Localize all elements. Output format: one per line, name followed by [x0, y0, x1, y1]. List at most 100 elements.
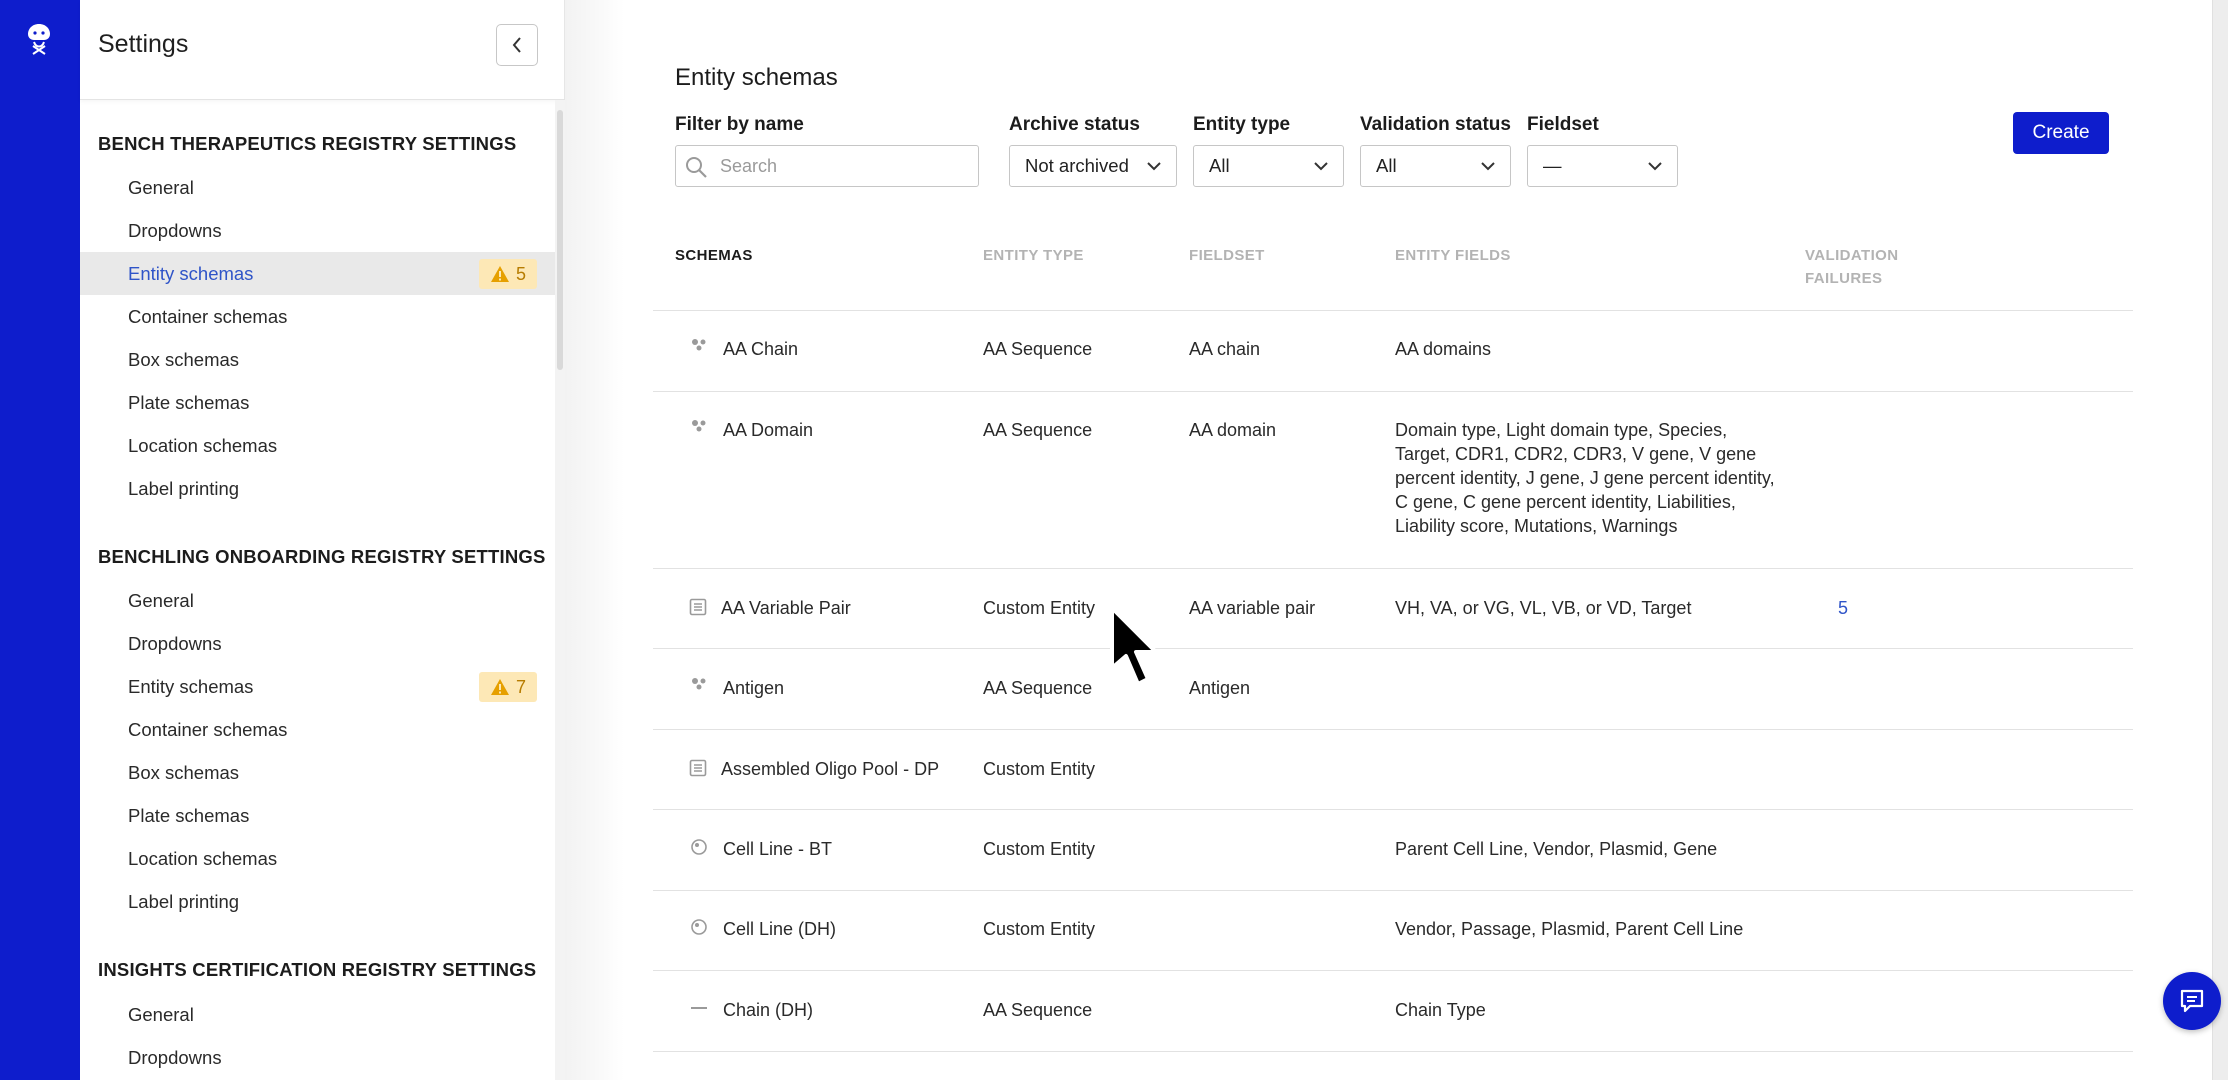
- sidebar-item-label: Label printing: [128, 477, 240, 499]
- chevron-left-icon: [512, 37, 521, 53]
- sidebar-item-dropdowns[interactable]: Dropdowns: [80, 622, 555, 665]
- sidebar-item-location-schemas[interactable]: Location schemas: [80, 837, 555, 880]
- sidebar-item-label: Location schemas: [128, 434, 278, 456]
- cell-line-icon: [691, 839, 707, 855]
- sidebar-item-box-schemas[interactable]: Box schemas: [80, 338, 555, 381]
- window-edge: [2212, 0, 2228, 1080]
- sidebar-item-label-printing[interactable]: Label printing: [80, 467, 555, 510]
- row-divider: [653, 1051, 2133, 1052]
- entity-type: Custom Entity: [983, 759, 1096, 779]
- entity-fields: AA domains: [1395, 339, 1492, 359]
- schema-name[interactable]: AA Variable Pair: [721, 596, 851, 620]
- validation-failures-link[interactable]: 5: [1838, 596, 1848, 620]
- entity-type: AA Sequence: [983, 420, 1093, 440]
- column-header-validation-failures[interactable]: VALIDATION FAILURES: [1805, 244, 1898, 290]
- sidebar-item-label: Box schemas: [128, 761, 240, 783]
- row-divider: [653, 568, 2133, 569]
- sidebar-item-box-schemas[interactable]: Box schemas: [80, 751, 555, 794]
- row-divider: [653, 391, 2133, 392]
- sidebar-item-general[interactable]: General: [80, 993, 555, 1036]
- entity-type: AA Sequence: [983, 678, 1093, 698]
- sidebar-item-label: Plate schemas: [128, 804, 250, 826]
- row-divider: [653, 310, 2133, 311]
- schema-name[interactable]: Chain (DH): [723, 998, 813, 1022]
- fieldset-value: —: [1543, 155, 1562, 176]
- sidebar-item-container-schemas[interactable]: Container schemas: [80, 708, 555, 751]
- entity-type: AA Sequence: [983, 339, 1093, 359]
- column-header-entity-type[interactable]: ENTITY TYPE: [983, 244, 1084, 267]
- dash-icon: [691, 1007, 707, 1009]
- sidebar-item-dropdowns[interactable]: Dropdowns: [80, 1036, 555, 1079]
- schema-name[interactable]: Assembled Oligo Pool - DP: [721, 757, 939, 781]
- sidebar-item-entity-schemas[interactable]: Entity schemas 7: [80, 665, 555, 708]
- schema-name[interactable]: AA Chain: [723, 337, 798, 361]
- warning-badge: 5: [479, 259, 537, 289]
- section-title-bench: BENCH THERAPEUTICS REGISTRY SETTINGS: [98, 133, 517, 154]
- warning-icon: [490, 266, 509, 282]
- fieldset: Antigen: [1189, 678, 1251, 698]
- sidebar-item-label: Plate schemas: [128, 391, 250, 413]
- row-divider: [653, 809, 2133, 810]
- sidebar-item-dropdowns[interactable]: Dropdowns: [80, 209, 555, 252]
- entity-type-label: Entity type: [1193, 114, 1291, 135]
- sidebar-item-label: General: [128, 589, 194, 611]
- row-divider: [653, 729, 2133, 730]
- entity-fields: Parent Cell Line, Vendor, Plasmid, Gene: [1395, 839, 1718, 859]
- schema-name[interactable]: Cell Line (DH): [723, 917, 836, 941]
- sidebar-item-label: Dropdowns: [128, 1046, 222, 1068]
- sidebar-title: Settings: [98, 30, 189, 58]
- header-line: FAILURES: [1805, 270, 1883, 287]
- chevron-down-icon: [1147, 162, 1161, 171]
- benchling-logo-icon[interactable]: [24, 20, 54, 60]
- schema-name[interactable]: AA Domain: [723, 418, 813, 442]
- sidebar-item-label: Location schemas: [128, 847, 278, 869]
- sidebar-item-label: Container schemas: [128, 305, 288, 327]
- entity-type: AA Sequence: [983, 1000, 1093, 1020]
- sidebar-item-location-schemas[interactable]: Location schemas: [80, 424, 555, 467]
- sidebar-item-plate-schemas[interactable]: Plate schemas: [80, 381, 555, 424]
- app-rail: [0, 0, 80, 1080]
- entity-type: Custom Entity: [983, 598, 1096, 618]
- sidebar-item-label: Box schemas: [128, 348, 240, 370]
- sidebar-item-general[interactable]: General: [80, 166, 555, 209]
- search-icon: [686, 157, 707, 178]
- entity-type: Custom Entity: [983, 839, 1096, 859]
- sequence-icon: [692, 420, 706, 432]
- validation-status-label: Validation status: [1360, 114, 1511, 135]
- warning-count: 7: [515, 676, 526, 697]
- sidebar-item-plate-schemas[interactable]: Plate schemas: [80, 794, 555, 837]
- row-divider: [653, 648, 2133, 649]
- sidebar-item-entity-schemas[interactable]: Entity schemas 5: [80, 252, 555, 295]
- section-title-onboarding: BENCHLING ONBOARDING REGISTRY SETTINGS: [98, 546, 546, 567]
- sidebar-header: Settings: [80, 0, 565, 100]
- sidebar-item-general[interactable]: General: [80, 579, 555, 622]
- row-divider: [653, 890, 2133, 891]
- sidebar-item-label-printing[interactable]: Label printing: [80, 880, 555, 923]
- chevron-down-icon: [1648, 162, 1662, 171]
- sequence-icon: [692, 339, 706, 351]
- sidebar-item-label: Label printing: [128, 890, 240, 912]
- search-field[interactable]: [675, 145, 979, 187]
- fieldset-select[interactable]: —: [1527, 145, 1678, 187]
- archive-status-select[interactable]: Not archived: [1009, 145, 1177, 187]
- search-input[interactable]: [720, 152, 970, 180]
- sidebar-scrollbar-thumb[interactable]: [557, 110, 563, 370]
- schema-name[interactable]: Antigen: [723, 676, 784, 700]
- create-button[interactable]: Create: [2013, 112, 2109, 154]
- column-header-fieldset[interactable]: FIELDSET: [1189, 244, 1265, 267]
- header-line: VALIDATION: [1805, 247, 1899, 264]
- schema-name[interactable]: Cell Line - BT: [723, 837, 832, 861]
- fieldset-label: Fieldset: [1527, 114, 1599, 135]
- entity-type-select[interactable]: All: [1193, 145, 1344, 187]
- mouse-cursor-icon: [1110, 606, 1158, 686]
- collapse-sidebar-button[interactable]: [496, 24, 538, 66]
- column-header-entity-fields[interactable]: ENTITY FIELDS: [1395, 244, 1511, 267]
- fieldset: AA variable pair: [1189, 598, 1316, 618]
- row-divider: [653, 970, 2133, 971]
- chat-support-button[interactable]: [2163, 972, 2221, 1030]
- sidebar-item-container-schemas[interactable]: Container schemas: [80, 295, 555, 338]
- sidebar-item-label: Dropdowns: [128, 632, 222, 654]
- column-header-schemas[interactable]: SCHEMAS: [675, 244, 753, 267]
- validation-status-select[interactable]: All: [1360, 145, 1511, 187]
- sidebar-nav: BENCH THERAPEUTICS REGISTRY SETTINGS Gen…: [80, 100, 555, 1080]
